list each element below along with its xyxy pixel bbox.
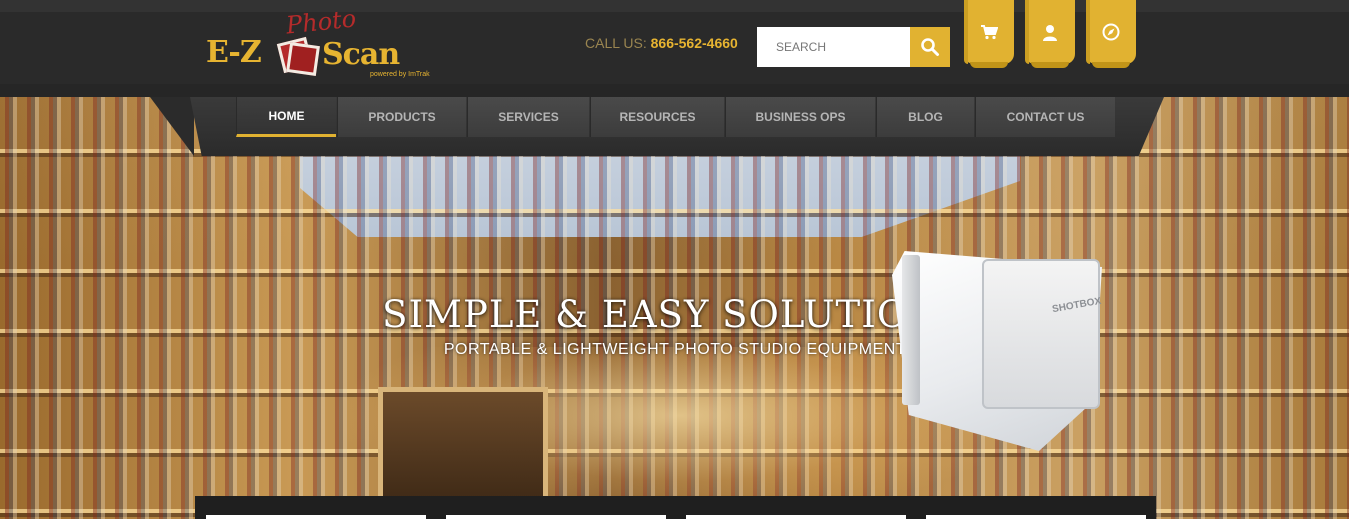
user-icon (1043, 24, 1057, 41)
search-input[interactable] (757, 27, 910, 67)
nav-products[interactable]: PRODUCTS (337, 97, 466, 137)
logo-powered-by: powered by ImTrak (370, 71, 430, 78)
compass-icon (1102, 23, 1120, 41)
explore-button[interactable] (1086, 0, 1136, 68)
hero-banner: SIMPLE & EASY SOLUTIONS PORTABLE & LIGHT… (0, 97, 1349, 519)
logo-photo-text: Photo (284, 4, 358, 40)
nav-resources[interactable]: RESOURCES (590, 97, 724, 137)
call-us-label: CALL US: (585, 35, 647, 51)
nav-services[interactable]: SERVICES (467, 97, 589, 137)
logo-photos-icon (276, 36, 320, 78)
nav-home[interactable]: HOME (236, 97, 336, 137)
search-icon (921, 38, 939, 56)
feature-card[interactable] (446, 515, 666, 519)
cart-icon (981, 25, 998, 40)
account-button[interactable] (1025, 0, 1075, 68)
cart-button[interactable] (964, 0, 1014, 68)
nav-contact-us[interactable]: CONTACT US (975, 97, 1115, 137)
nav-business-ops[interactable]: BUSINESS OPS (725, 97, 875, 137)
call-us: CALL US: 866-562-4660 (585, 35, 738, 51)
feature-card[interactable] (206, 515, 426, 519)
logo-ez-text: E-Z (206, 35, 262, 70)
nav-blog[interactable]: BLOG (876, 97, 974, 137)
logo-scan-text: Scan (322, 37, 400, 72)
feature-card[interactable] (686, 515, 906, 519)
top-strip (0, 0, 1349, 12)
search-button[interactable] (910, 27, 950, 67)
feature-card[interactable] (926, 515, 1146, 519)
site-logo[interactable]: Photo E-Z Scan powered by ImTrak (204, 4, 436, 84)
page: Photo E-Z Scan powered by ImTrak CALL US… (0, 0, 1349, 519)
shotbox-product-image[interactable]: SHOTBOX (862, 237, 1142, 477)
phone-number[interactable]: 866-562-4660 (651, 35, 738, 51)
